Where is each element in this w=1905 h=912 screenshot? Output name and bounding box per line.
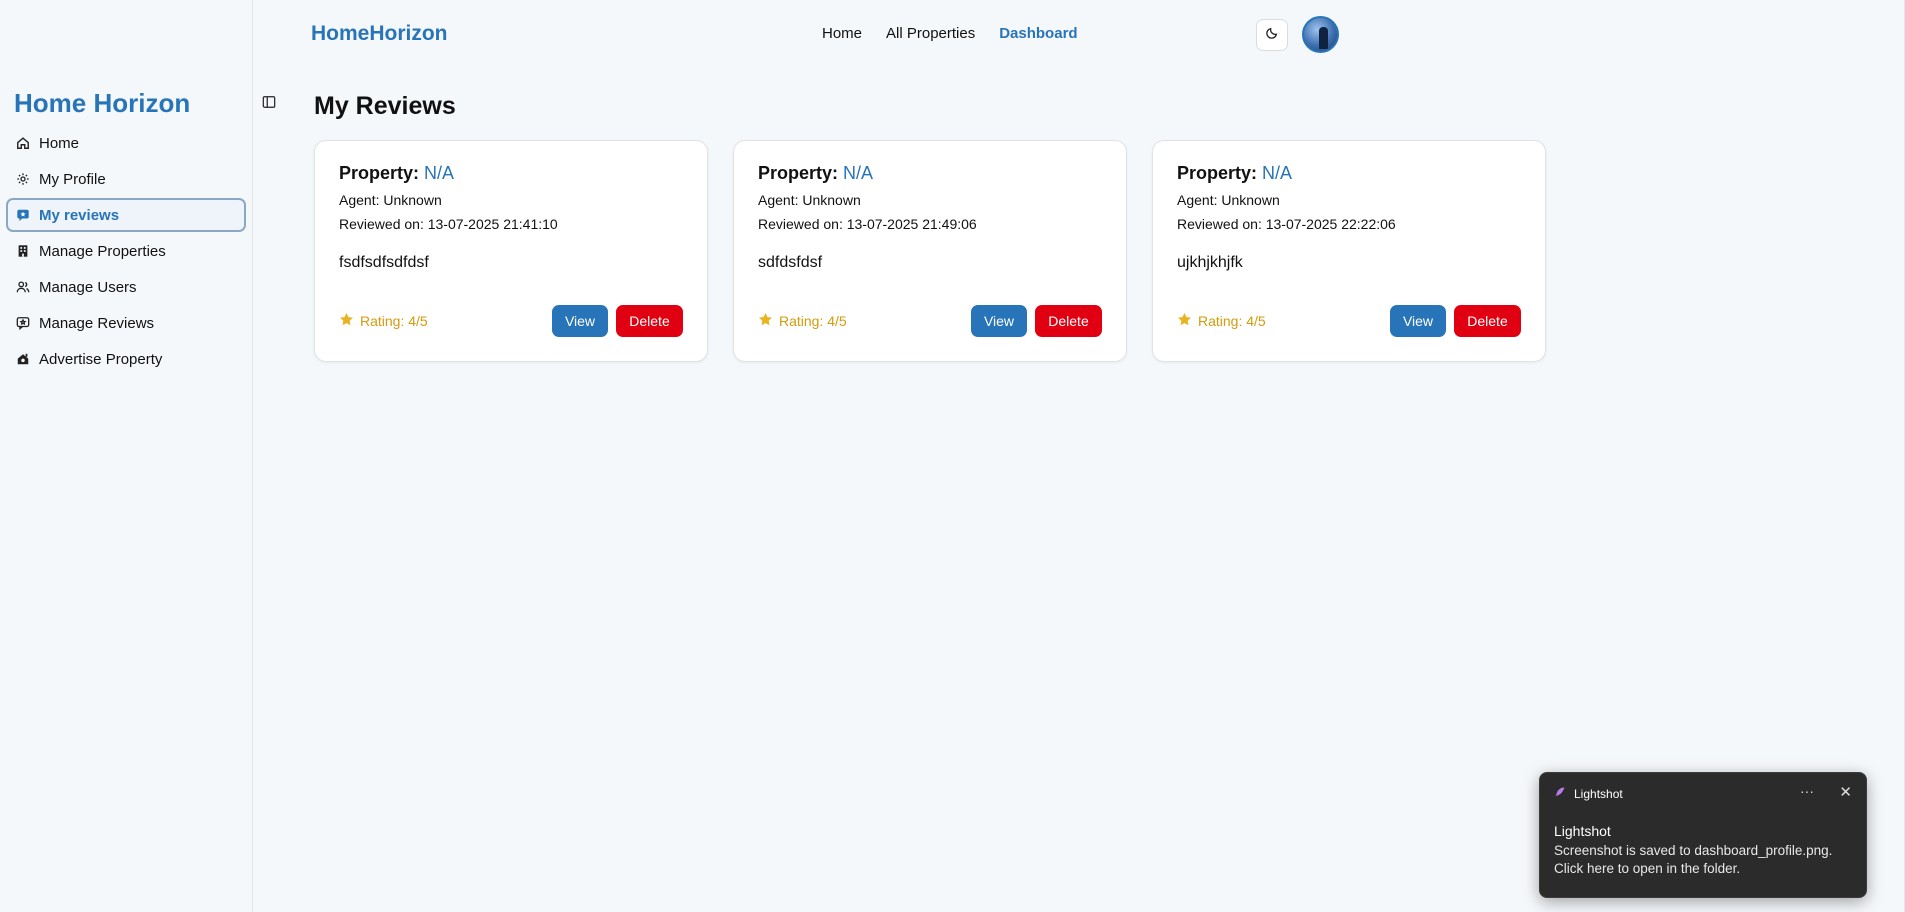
review-card: Property: N/A Agent: Unknown Reviewed on… (314, 140, 708, 362)
view-button[interactable]: View (552, 305, 608, 337)
review-icon (16, 208, 30, 222)
sidebar-item-label: Manage Reviews (39, 314, 155, 332)
gear-icon (16, 172, 30, 186)
users-icon (16, 280, 30, 294)
star-icon (1177, 312, 1192, 330)
sidebar-item-label: Manage Users (39, 278, 137, 296)
review-comment: sdfdsfdsf (758, 254, 823, 271)
sidebar-item-label: My reviews (39, 206, 120, 224)
notification-app-name: Lightshot (1574, 786, 1623, 801)
view-button[interactable]: View (971, 305, 1027, 337)
moon-icon (1265, 26, 1279, 45)
notification-header: Lightshot (1554, 786, 1623, 801)
delete-button[interactable]: Delete (616, 305, 683, 337)
home-icon (16, 136, 30, 150)
page-title: My Reviews (314, 92, 456, 120)
lightshot-notification[interactable]: Lightshot ··· ✕ Lightshot Screenshot is … (1539, 772, 1867, 898)
review-rating: Rating: 4/5 (339, 312, 428, 330)
sidebar: Home Horizon Home My Profile My reviews … (0, 0, 253, 912)
review-rating: Rating: 4/5 (1177, 312, 1266, 330)
feather-icon (1554, 786, 1566, 801)
review-agent: Agent: Unknown (339, 192, 442, 208)
review-card: Property: N/A Agent: Unknown Reviewed on… (1152, 140, 1546, 362)
sidebar-item-label: Manage Properties (39, 242, 166, 260)
delete-button[interactable]: Delete (1035, 305, 1102, 337)
message-icon (16, 316, 30, 330)
nav-home[interactable]: Home (822, 25, 862, 42)
sidebar-item-my-reviews[interactable]: My reviews (6, 198, 246, 232)
review-date: Reviewed on: 13-07-2025 22:22:06 (1177, 216, 1396, 232)
close-icon[interactable]: ✕ (1839, 783, 1852, 801)
review-rating: Rating: 4/5 (758, 312, 847, 330)
review-date: Reviewed on: 13-07-2025 21:49:06 (758, 216, 977, 232)
review-property: Property: N/A (758, 163, 874, 183)
sidebar-item-home[interactable]: Home (6, 126, 246, 160)
review-date: Reviewed on: 13-07-2025 21:41:10 (339, 216, 558, 232)
rating-text: Rating: 4/5 (1198, 313, 1266, 329)
review-agent: Agent: Unknown (1177, 192, 1280, 208)
property-value: N/A (1262, 163, 1293, 183)
star-icon (339, 312, 354, 330)
star-icon (758, 312, 773, 330)
sidebar-item-manage-users[interactable]: Manage Users (6, 270, 246, 304)
review-agent: Agent: Unknown (758, 192, 861, 208)
view-button[interactable]: View (1390, 305, 1446, 337)
sidebar-toggle-icon[interactable] (262, 95, 276, 109)
sidebar-item-label: My Profile (39, 170, 106, 188)
top-navbar: HomeHorizon Home All Properties Dashboar… (253, 0, 1905, 66)
more-options-icon[interactable]: ··· (1800, 783, 1814, 799)
property-value: N/A (424, 163, 455, 183)
notification-message: Screenshot is saved to dashboard_profile… (1554, 843, 1833, 876)
review-comment: ujkhjkhjfk (1177, 254, 1243, 271)
sidebar-item-my-profile[interactable]: My Profile (6, 162, 246, 196)
header-brand[interactable]: HomeHorizon (311, 22, 448, 46)
review-property: Property: N/A (1177, 163, 1293, 183)
review-comment: fsdfsdfsdfdsf (339, 254, 429, 271)
reviews-list: Property: N/A Agent: Unknown Reviewed on… (314, 140, 1546, 362)
rating-text: Rating: 4/5 (360, 313, 428, 329)
rating-text: Rating: 4/5 (779, 313, 847, 329)
sidebar-brand[interactable]: Home Horizon (14, 88, 190, 119)
sidebar-item-label: Home (39, 134, 80, 152)
notification-title: Lightshot (1554, 823, 1611, 839)
sidebar-item-manage-properties[interactable]: Manage Properties (6, 234, 246, 268)
nav-dashboard[interactable]: Dashboard (999, 25, 1077, 42)
user-avatar[interactable] (1302, 16, 1339, 53)
theme-toggle-button[interactable] (1256, 19, 1288, 51)
delete-button[interactable]: Delete (1454, 305, 1521, 337)
sidebar-item-advertise-property[interactable]: Advertise Property (6, 342, 246, 376)
sidebar-item-label: Advertise Property (39, 350, 163, 368)
main-nav: Home All Properties Dashboard (822, 25, 1078, 42)
sidebar-item-manage-reviews[interactable]: Manage Reviews (6, 306, 246, 340)
review-card: Property: N/A Agent: Unknown Reviewed on… (733, 140, 1127, 362)
sidebar-menu: Home My Profile My reviews Manage Proper… (6, 126, 246, 378)
review-property: Property: N/A (339, 163, 455, 183)
property-value: N/A (843, 163, 874, 183)
nav-all-properties[interactable]: All Properties (886, 25, 975, 42)
advertise-icon (16, 352, 30, 366)
building-icon (16, 244, 30, 258)
